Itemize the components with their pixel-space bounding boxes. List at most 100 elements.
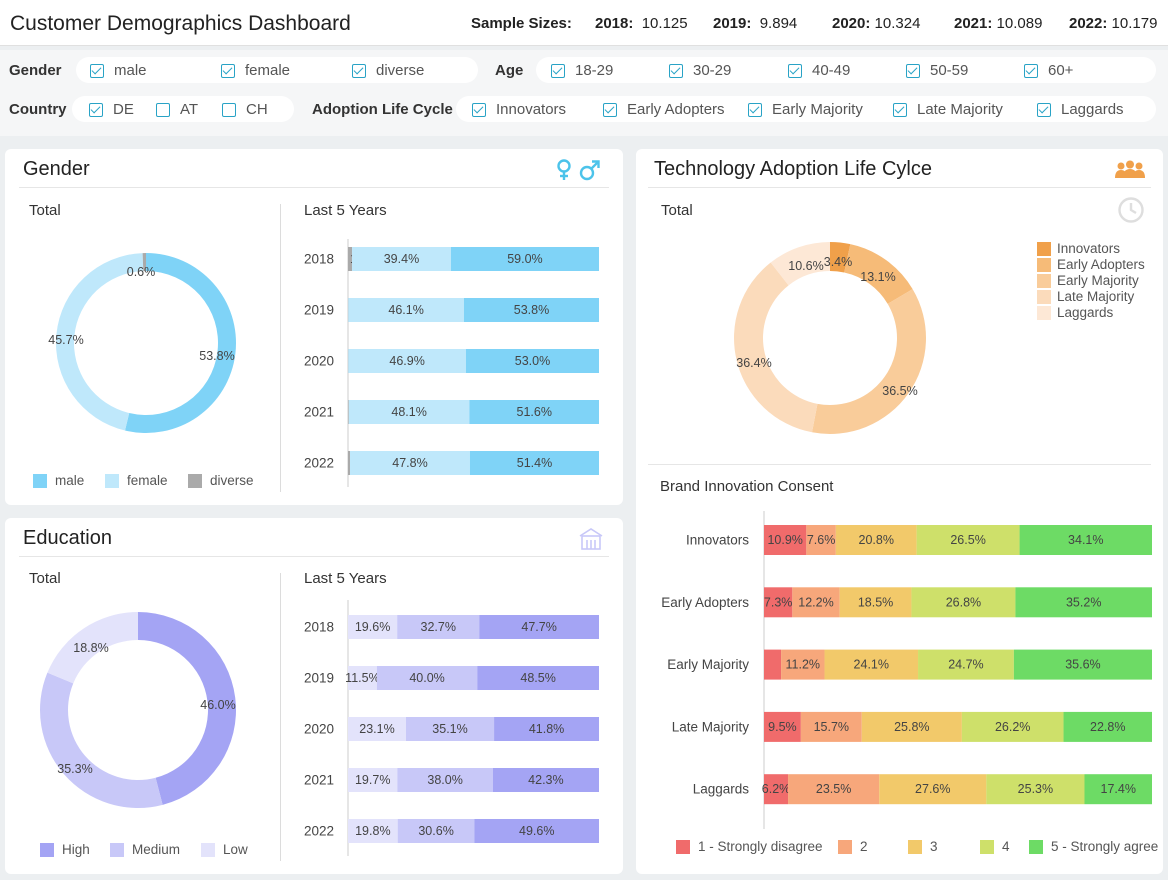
sample-size-2019: 2019: 9.894 bbox=[713, 15, 798, 32]
bar-category-label: 2020 bbox=[304, 722, 334, 737]
bar-value-label: 35.6% bbox=[1065, 658, 1100, 672]
bar-value-label: 49.6% bbox=[519, 824, 554, 838]
bar-value-label: 22.8% bbox=[1090, 720, 1125, 734]
bar-value-label: 32.7% bbox=[421, 620, 456, 634]
bar-value-label: 23.1% bbox=[359, 722, 394, 736]
clock-icon[interactable] bbox=[1117, 196, 1145, 224]
bar-category-label: 2022 bbox=[304, 456, 334, 471]
legend-item-early-adopters: Early Adopters bbox=[1037, 257, 1145, 272]
donut-label-laggards: 10.6% bbox=[788, 259, 823, 273]
donut-label-low: 18.8% bbox=[73, 641, 108, 655]
bar-value-label: 51.4% bbox=[517, 456, 552, 470]
gender-option-diverse[interactable]: diverse bbox=[352, 62, 424, 79]
dashboard-header: Customer Demographics Dashboard Sample S… bbox=[0, 0, 1168, 46]
age-option-18-29[interactable]: 18-29 bbox=[551, 62, 613, 79]
filter-bar: Gender male female diverse Age 18-29 30-… bbox=[0, 50, 1168, 136]
bar-value-label: 34.1% bbox=[1068, 533, 1103, 547]
adoption-option-early-majority[interactable]: Early Majority bbox=[748, 101, 863, 118]
bar-value-label: 19.6% bbox=[355, 620, 390, 634]
age-option-40-49[interactable]: 40-49 bbox=[788, 62, 850, 79]
country-option-ch[interactable]: CH bbox=[222, 101, 268, 118]
adoption-option-laggards[interactable]: Laggards bbox=[1037, 101, 1124, 118]
bar-category-label: Late Majority bbox=[672, 719, 750, 734]
bar-category-label: 2019 bbox=[304, 671, 334, 686]
donut-label-late-majority: 36.4% bbox=[736, 356, 771, 370]
checkbox-icon[interactable] bbox=[788, 63, 802, 78]
legend-item-male: male bbox=[33, 473, 84, 488]
bar-value-label: 35.1% bbox=[432, 722, 467, 736]
bar-value-label: 46.1% bbox=[388, 303, 423, 317]
bar-category-label: 2020 bbox=[304, 354, 334, 369]
bar-value-label: 39.4% bbox=[384, 252, 419, 266]
checkbox-icon[interactable] bbox=[89, 102, 103, 117]
page-title: Customer Demographics Dashboard bbox=[10, 12, 351, 35]
donut-slice-late-majority bbox=[734, 262, 818, 433]
age-option-50-59[interactable]: 50-59 bbox=[906, 62, 968, 79]
adoption-option-late-majority[interactable]: Late Majority bbox=[893, 101, 1003, 118]
bar-segment bbox=[348, 400, 349, 424]
legend-item-diverse: diverse bbox=[188, 473, 254, 488]
bar-value-label: 23.5% bbox=[816, 782, 851, 796]
brand-legend-item: 1 - Strongly disagree bbox=[676, 839, 823, 854]
donut-label-medium: 35.3% bbox=[57, 762, 92, 776]
checkbox-icon[interactable] bbox=[1024, 63, 1038, 78]
bar-category-label: Innovators bbox=[686, 533, 749, 548]
gender-panel: Gender Total Last 5 Years 53.8% 45.7% 0.6%… bbox=[5, 149, 623, 505]
bar-value-label: 46.9% bbox=[389, 354, 424, 368]
bar-value-label: 20.8% bbox=[859, 533, 894, 547]
adoption-option-innovators[interactable]: Innovators bbox=[472, 101, 566, 118]
country-filter-label: Country bbox=[9, 101, 67, 118]
checkbox-icon[interactable] bbox=[90, 63, 104, 78]
checkbox-icon[interactable] bbox=[472, 102, 486, 117]
bar-value-label: 25.3% bbox=[1018, 782, 1053, 796]
bar-value-label: 53.8% bbox=[514, 303, 549, 317]
adoption-filter-label: Adoption Life Cycle bbox=[312, 101, 453, 118]
country-option-de[interactable]: DE bbox=[89, 101, 134, 118]
checkbox-icon[interactable] bbox=[603, 102, 617, 117]
education-last5-label: Last 5 Years bbox=[304, 570, 387, 587]
checkbox-icon[interactable] bbox=[221, 63, 235, 78]
bar-value-label: 26.2% bbox=[995, 720, 1030, 734]
bar-value-label: 47.8% bbox=[392, 456, 427, 470]
bar-value-label: 6.2% bbox=[762, 782, 791, 796]
legend-item-innovators: Innovators bbox=[1037, 241, 1120, 256]
checkbox-icon[interactable] bbox=[893, 102, 907, 117]
bar-value-label: 24.1% bbox=[854, 658, 889, 672]
checkbox-icon[interactable] bbox=[748, 102, 762, 117]
checkbox-icon[interactable] bbox=[906, 63, 920, 78]
bar-value-label: 19.8% bbox=[355, 824, 390, 838]
bar-value-label: 40.0% bbox=[409, 671, 444, 685]
gender-option-female[interactable]: female bbox=[221, 62, 290, 79]
checkbox-icon[interactable] bbox=[1037, 102, 1051, 117]
sample-size-2020: 2020: 10.324 bbox=[832, 15, 921, 32]
donut-label-male: 53.8% bbox=[199, 349, 234, 363]
bar-value-label: 7.3% bbox=[764, 595, 793, 609]
donut-label-innovators: 3.4% bbox=[824, 255, 853, 269]
checkbox-icon[interactable] bbox=[222, 102, 236, 117]
donut-label-female: 45.7% bbox=[48, 333, 83, 347]
bar-value-label: 15.7% bbox=[814, 720, 849, 734]
age-filter-label: Age bbox=[495, 62, 524, 79]
legend-item-early-majority: Early Majority bbox=[1037, 273, 1139, 288]
checkbox-icon[interactable] bbox=[669, 63, 683, 78]
country-option-at[interactable]: AT bbox=[156, 101, 198, 118]
male-symbol-icon bbox=[579, 160, 600, 181]
age-option-30-29[interactable]: 30-29 bbox=[669, 62, 731, 79]
bar-category-label: 2021 bbox=[304, 773, 334, 788]
gender-option-male[interactable]: male bbox=[90, 62, 147, 79]
adoption-option-early-adopters[interactable]: Early Adopters bbox=[603, 101, 725, 118]
bar-value-label: 26.8% bbox=[946, 595, 981, 609]
bar-value-label: 51.6% bbox=[517, 405, 552, 419]
bar-value-label: 10.9% bbox=[767, 533, 802, 547]
checkbox-icon[interactable] bbox=[156, 102, 170, 117]
bar-value-label: 27.6% bbox=[915, 782, 950, 796]
bar-category-label: Laggards bbox=[693, 782, 750, 797]
sample-size-2021: 2021: 10.089 bbox=[954, 15, 1043, 32]
gender-filter-label: Gender bbox=[9, 62, 62, 79]
checkbox-icon[interactable] bbox=[352, 63, 366, 78]
donut-label-diverse: 0.6% bbox=[127, 265, 156, 279]
age-option-60-plus[interactable]: 60+ bbox=[1024, 62, 1073, 79]
checkbox-icon[interactable] bbox=[551, 63, 565, 78]
bar-value-label: 59.0% bbox=[507, 252, 542, 266]
female-symbol-icon bbox=[557, 159, 571, 180]
